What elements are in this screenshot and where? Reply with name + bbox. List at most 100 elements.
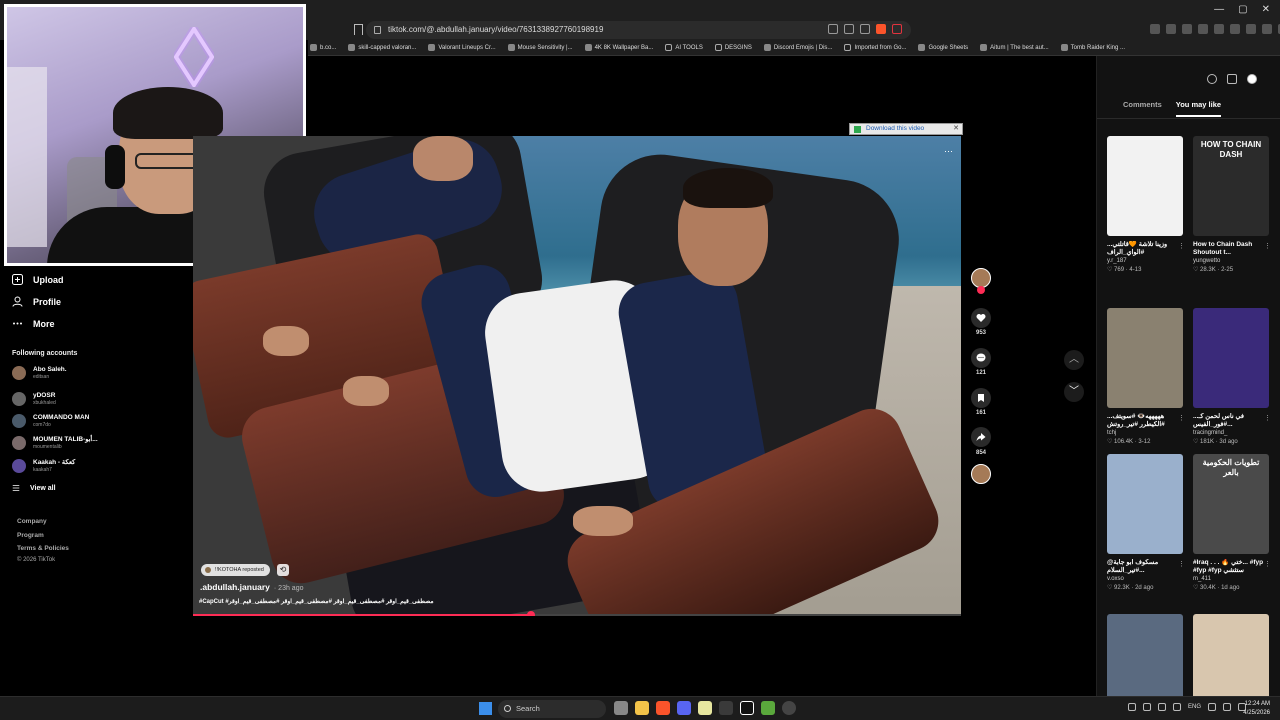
volume-icon[interactable] [1223,703,1232,711]
video-thumbnail[interactable] [1107,308,1183,408]
chevron-up-icon[interactable] [1128,703,1136,711]
card-author[interactable]: v.oxso [1107,576,1183,582]
comment-button[interactable] [971,348,991,368]
repost-icon[interactable]: ⟲ [277,564,289,576]
language-indicator[interactable]: ENG [1188,704,1201,710]
following-account[interactable]: COMMANDO MAN com7do [12,414,89,428]
tab-comments[interactable]: Comments [1123,100,1162,117]
mic-icon[interactable] [1158,703,1166,711]
nav-upload[interactable]: Upload [12,274,64,285]
brave-icon[interactable] [656,701,670,715]
start-button[interactable] [479,702,492,715]
recommended-video-card[interactable]: وزينا تلاشة 🧡قاتلتي... #الواي_الراف y.r_1… [1107,136,1185,273]
obs-icon[interactable] [782,701,796,715]
taskbar-search[interactable]: Search [498,700,606,718]
following-account[interactable]: MOUMEN TALIB-أبو... moumentalib [12,436,98,450]
notepad-icon[interactable] [698,701,712,715]
extension-icon[interactable] [1198,24,1208,34]
previous-video-button[interactable]: ︿ [1064,350,1084,370]
progress-thumb[interactable] [526,611,535,616]
following-account[interactable]: Abo Saleh. editsan [12,366,67,380]
extension-icon[interactable] [1166,24,1176,34]
bookmark-item[interactable]: Valorant Lineups Cr... [428,40,496,55]
video-thumbnail[interactable] [1107,454,1183,554]
card-author[interactable]: tchj [1107,430,1183,436]
recommended-video-card[interactable]: هههههه👁️ #سويتف... #الكيطرر #تير_روتش tch… [1107,308,1185,445]
extension-icon[interactable] [1214,24,1224,34]
bookmark-item[interactable]: Imported from Go... [844,40,906,55]
footer-company[interactable]: Company [17,518,47,525]
footer-terms[interactable]: Terms & Policies [17,545,69,552]
creator-avatar[interactable] [971,268,991,288]
terminal-icon[interactable] [719,701,733,715]
card-more-icon[interactable]: ⋮ [1178,242,1185,250]
following-account[interactable]: Kaakah - كعكة kaakah7 [12,459,75,473]
card-author[interactable]: tracingmind_ [1193,430,1269,436]
card-author[interactable]: m_411 [1193,576,1269,582]
card-more-icon[interactable]: ⋮ [1264,242,1271,250]
mute-icon[interactable] [828,24,838,34]
video-thumbnail[interactable]: HOW TO CHAIN DASH [1193,136,1269,236]
card-author[interactable]: yungwetto [1193,258,1269,264]
extension-icon[interactable] [1182,24,1192,34]
repost-badge[interactable]: !!KOTOHA reposted [201,564,270,576]
recommended-video-card[interactable]: تطويات الحكومية بالعر #Iraq . . . 🔥 ختي..… [1193,454,1271,591]
share-button[interactable] [971,427,991,447]
nav-more[interactable]: More [12,318,55,329]
mobile-icon[interactable] [1227,74,1237,84]
recommended-video-card[interactable]: في ناس لحمن كـ... #فور_الفيس... tracingmi… [1193,308,1271,445]
extension-icon[interactable] [1150,24,1160,34]
bookmark-item[interactable]: b.co... [310,40,336,55]
card-more-icon[interactable]: ⋮ [1178,560,1185,568]
wifi-icon[interactable] [1208,703,1217,711]
clock[interactable]: 12:24 AM 4/25/2026 [1243,700,1270,718]
tab-you-may-like[interactable]: You may like [1175,100,1222,117]
follow-plus-icon[interactable] [977,286,985,294]
bookmark-icon[interactable] [354,24,363,35]
save-button[interactable] [971,388,991,408]
bookmark-item[interactable]: Discord Emojis | Dis... [763,40,832,55]
card-more-icon[interactable]: ⋮ [1178,414,1185,422]
recommended-video-card[interactable]: مسكوف ابو جابة@ #تير_السلام... v.oxso ♡ 92… [1107,454,1185,591]
extension-icon[interactable] [1262,24,1272,34]
close-icon[interactable]: ✕ [953,124,959,134]
author-name[interactable]: .abdullah.january [200,582,270,592]
bookmark-item[interactable]: 4K 8K Wallpaper Ba... [584,40,653,55]
video-thumbnail[interactable]: تطويات الحكومية بالعر [1193,454,1269,554]
card-more-icon[interactable]: ⋮ [1264,414,1271,422]
extension-icon[interactable] [1246,24,1256,34]
video-author[interactable]: .abdullah.january · 23h ago [200,582,304,592]
video-thumbnail[interactable] [1193,308,1269,408]
brave-rewards-icon[interactable] [892,24,902,34]
settings-icon[interactable] [1247,74,1257,84]
sound-avatar[interactable] [971,464,991,484]
following-account[interactable]: yDOSR xbukhaled [12,392,56,406]
footer-program[interactable]: Program [17,532,44,539]
bookmark-item[interactable]: Mouse Sensitivity |... [507,40,573,55]
headphones-icon[interactable] [1143,703,1151,711]
bookmark-item[interactable]: skill-capped valoran... [348,40,416,55]
task-view-icon[interactable] [614,701,628,715]
minecraft-icon[interactable] [761,701,775,715]
video-player[interactable]: ⋯ !!KOTOHA reposted ⟲ .abdullah.january ·… [193,136,961,616]
maximize-button[interactable]: ▢ [1238,4,1247,15]
share-icon[interactable] [860,24,870,34]
recommended-video-card[interactable]: HOW TO CHAIN DASH How to Chain Dash Shout… [1193,136,1271,273]
capcut-icon[interactable] [740,701,754,715]
install-icon[interactable] [844,24,854,34]
view-all-link[interactable]: View all [12,484,56,492]
extension-icon[interactable] [1230,24,1240,34]
dark-mode-icon[interactable] [1207,74,1217,84]
video-thumbnail[interactable] [1107,136,1183,236]
bookmark-item[interactable]: DESGINS [714,40,752,55]
card-author[interactable]: y.r_187 [1107,258,1183,264]
brave-shield-icon[interactable] [876,24,886,34]
nav-profile[interactable]: Profile [12,296,61,307]
video-options-icon[interactable]: ⋯ [944,146,953,157]
discord-icon[interactable] [677,701,691,715]
next-video-button[interactable]: ﹀ [1064,382,1084,402]
file-explorer-icon[interactable] [635,701,649,715]
like-button[interactable] [971,308,991,328]
video-progress-bar[interactable] [193,611,961,616]
minimize-button[interactable]: — [1214,4,1224,15]
